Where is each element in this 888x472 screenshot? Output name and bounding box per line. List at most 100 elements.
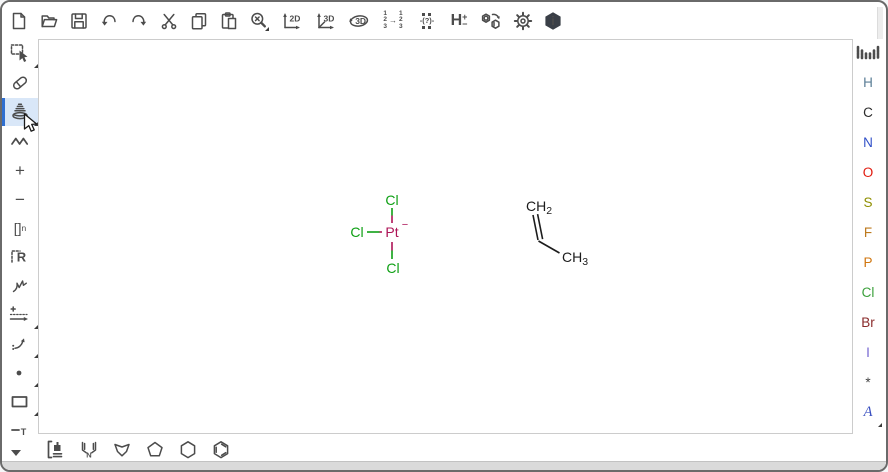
copy-icon [189, 11, 209, 31]
reaction-arrow-tool[interactable] [2, 301, 38, 329]
zoom-button[interactable] [249, 11, 269, 31]
cyclopentadiene-template-button[interactable] [109, 437, 135, 463]
info-icon: i [543, 11, 563, 31]
atom-ch2[interactable]: CH2 [526, 198, 552, 217]
settings-button[interactable] [513, 11, 533, 31]
cyclohexane-template-button[interactable] [175, 437, 201, 463]
benzene-template-button[interactable] [208, 437, 234, 463]
open-folder-icon [39, 11, 59, 31]
element-button-br[interactable]: Br [854, 307, 882, 337]
rgroup-icon: R [8, 246, 32, 268]
multicenter-bond-tool[interactable] [2, 98, 38, 126]
text-tool[interactable]: T [2, 417, 38, 444]
new-document-button[interactable] [9, 11, 29, 31]
template-library-button[interactable] [43, 437, 69, 463]
periodic-table-button[interactable] [854, 39, 882, 65]
copy-button[interactable] [189, 11, 209, 31]
electron-flow-tool[interactable] [2, 330, 38, 358]
atom-ch3[interactable]: CH3 [562, 249, 588, 268]
eraser-tool[interactable] [2, 69, 38, 97]
svg-text:3D: 3D [324, 13, 335, 23]
map-atoms-button[interactable]: 1 2 3 → 1 2 3 [381, 11, 405, 31]
element-button-any[interactable]: * [854, 367, 882, 397]
right-toolbar: H C N O S F P Cl Br I * A [853, 39, 883, 458]
paste-button[interactable] [219, 11, 239, 31]
element-button-c[interactable]: C [854, 97, 882, 127]
clean-3d-icon: 3D [313, 11, 337, 31]
atom-cl-bottom[interactable]: Cl [386, 260, 399, 276]
svg-text:R: R [17, 250, 27, 265]
molecule-propene[interactable]: CH2 CH3 [526, 198, 588, 268]
cyclohexane-icon [176, 438, 200, 462]
selection-tool[interactable] [2, 40, 38, 68]
cyclopentane-template-button[interactable] [142, 437, 168, 463]
add-remove-hydrogens-button[interactable]: H + − [449, 11, 469, 31]
increase-charge-tool[interactable]: + [2, 156, 38, 184]
gear-icon [513, 11, 533, 31]
atom-cl-left[interactable]: Cl [350, 224, 363, 240]
left-toolbar-scroll-down-button[interactable] [9, 448, 23, 458]
dropdown-indicator [34, 412, 38, 416]
atom-pt[interactable]: Pt [385, 224, 398, 240]
reaction-arrow-icon [8, 304, 32, 326]
view-3d-icon: 3D [347, 11, 371, 31]
chevron-down-icon [11, 450, 21, 456]
element-button-i[interactable]: I [854, 337, 882, 367]
clean-2d-button[interactable]: 2D [279, 11, 303, 31]
element-button-cl[interactable]: Cl [854, 277, 882, 307]
benzene-icon [209, 438, 233, 462]
info-button[interactable]: i [543, 11, 563, 31]
chain-tool[interactable] [2, 127, 38, 155]
redo-icon [129, 11, 149, 31]
molecule-trichloroplatinate[interactable]: Cl Cl Cl Pt − [350, 192, 408, 276]
element-button-n[interactable]: N [854, 127, 882, 157]
attachment-point-tool[interactable] [2, 272, 38, 300]
save-icon [69, 11, 89, 31]
aromatize-button[interactable] [479, 11, 503, 31]
undo-button[interactable] [99, 11, 119, 31]
dropdown-indicator [34, 64, 38, 68]
clean-3d-button[interactable]: 3D [313, 11, 337, 31]
cyclopentane-icon [143, 438, 167, 462]
svg-text:T: T [21, 427, 27, 437]
pyrrole-template-button[interactable]: N [76, 437, 102, 463]
lone-pairs-icon: -(?)- [420, 13, 435, 29]
element-button-f[interactable]: F [854, 217, 882, 247]
graphics-rectangle-tool[interactable] [2, 388, 38, 416]
open-button[interactable] [39, 11, 59, 31]
clean-2d-icon: 2D [279, 11, 303, 31]
graphics-dot-tool[interactable] [2, 359, 38, 387]
double-bond-line-1[interactable] [533, 215, 538, 240]
minus-icon: − [15, 191, 25, 208]
rgroup-tool[interactable]: R [2, 243, 38, 271]
save-button[interactable] [69, 11, 89, 31]
element-button-o[interactable]: O [854, 157, 882, 187]
map-atoms-icon: 1 2 3 → 1 2 3 [383, 11, 402, 31]
drawing-canvas[interactable]: Cl Cl Cl Pt − CH2 CH3 [38, 39, 853, 434]
atom-cl-top[interactable]: Cl [385, 192, 398, 208]
element-button-s[interactable]: S [854, 187, 882, 217]
dot-icon [9, 362, 31, 384]
decrease-charge-tool[interactable]: − [2, 185, 38, 213]
element-button-p[interactable]: P [854, 247, 882, 277]
redo-button[interactable] [129, 11, 149, 31]
pt-charge-minus: − [402, 219, 408, 231]
lone-pairs-button[interactable]: -(?)- [415, 11, 439, 31]
view-3d-button[interactable]: 3D [347, 11, 371, 31]
element-button-a[interactable]: A [854, 397, 882, 427]
window-bottom-strip [2, 461, 886, 470]
molecules-layer: Cl Cl Cl Pt − CH2 CH3 [39, 40, 852, 433]
top-toolbar: 2D 3D 3D 1 2 3 [2, 2, 876, 39]
svg-text:i: i [551, 16, 554, 28]
dropdown-indicator [34, 383, 38, 387]
hydrogens-icon: H + − [451, 13, 468, 29]
cut-button[interactable] [159, 11, 179, 31]
single-bond[interactable] [539, 241, 560, 253]
multicenter-bond-icon [9, 101, 31, 123]
svg-text:N: N [86, 451, 91, 460]
scissors-icon [159, 11, 179, 31]
sgroup-brackets-tool[interactable]: []n [2, 214, 38, 242]
element-button-h[interactable]: H [854, 67, 882, 97]
brackets-icon: [] [14, 220, 22, 237]
eraser-icon [9, 72, 31, 94]
